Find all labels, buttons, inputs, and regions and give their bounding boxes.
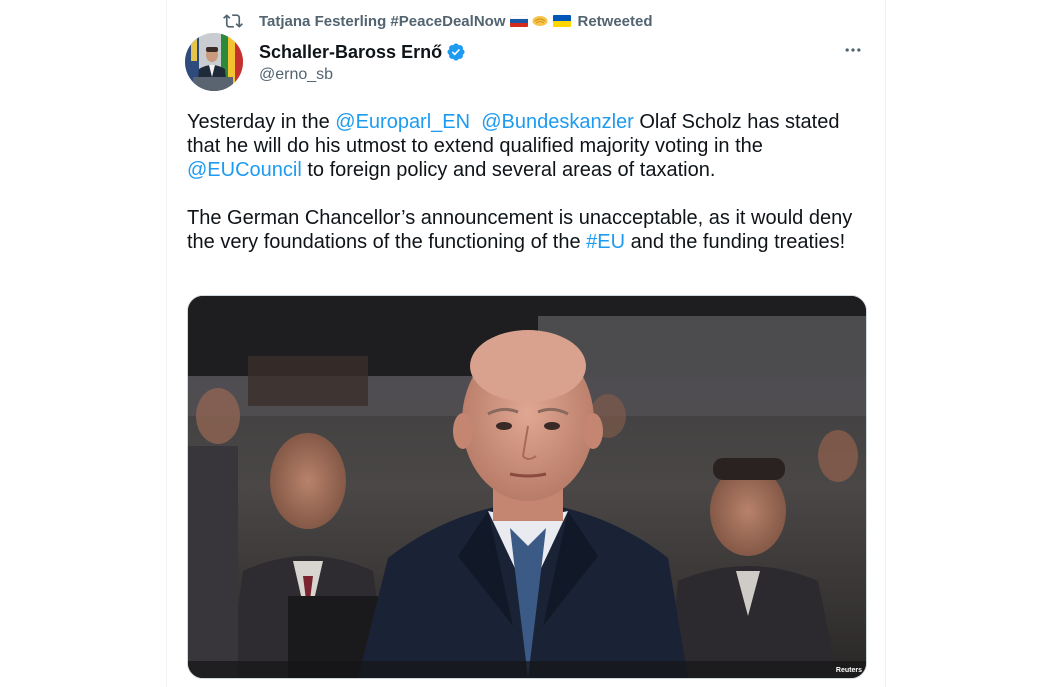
author-display-name[interactable]: Schaller-Baross Ernő: [259, 42, 442, 63]
tweet-paragraph-2: The German Chancellor’s announcement is …: [187, 206, 877, 254]
avatar-image: [185, 33, 243, 91]
text-segment: to foreign policy and several areas of t…: [301, 159, 716, 181]
retweeter-name[interactable]: Tatjana Festerling #PeaceDealNow: [259, 13, 505, 30]
handshake-icon: [532, 16, 548, 26]
russia-flag-icon: [510, 15, 529, 27]
mention-bundeskanzler-link[interactable]: @Bundeskanzler: [481, 111, 634, 133]
tweet-card[interactable]: Tatjana Festerling #PeaceDealNow Retweet…: [166, 0, 886, 687]
page: Tatjana Festerling #PeaceDealNow Retweet…: [0, 0, 1050, 687]
mention-europarl-link[interactable]: @Europarl_EN: [335, 111, 470, 133]
avatar[interactable]: [185, 33, 243, 91]
retweet-icon: [223, 14, 243, 28]
author-name-row: Schaller-Baross Ernő: [259, 40, 466, 64]
text-segment: [470, 111, 481, 133]
author-handle[interactable]: @erno_sb: [259, 66, 333, 84]
text-segment: Yesterday in the: [187, 111, 336, 133]
retweet-context: Tatjana Festerling #PeaceDealNow Retweet…: [223, 10, 653, 32]
mention-eucouncil-link[interactable]: @EUCouncil: [187, 159, 302, 181]
more-options-icon: [845, 48, 861, 52]
more-options-button[interactable]: [841, 40, 865, 60]
retweeted-label: Retweeted: [577, 12, 653, 30]
verified-badge-icon[interactable]: [446, 42, 466, 62]
ukraine-flag-icon: [553, 15, 572, 27]
photo-credit: Reuters: [835, 667, 862, 674]
tweet-paragraph-1: Yesterday in the @Europarl_EN @Bundeskan…: [187, 110, 877, 182]
hashtag-eu-link[interactable]: #EU: [586, 231, 625, 253]
photo-image: [188, 296, 866, 678]
text-segment: and the funding treaties!: [625, 231, 846, 253]
tweet-photo[interactable]: Reuters: [187, 295, 867, 679]
tweet-text: Yesterday in the @Europarl_EN @Bundeskan…: [187, 110, 877, 254]
